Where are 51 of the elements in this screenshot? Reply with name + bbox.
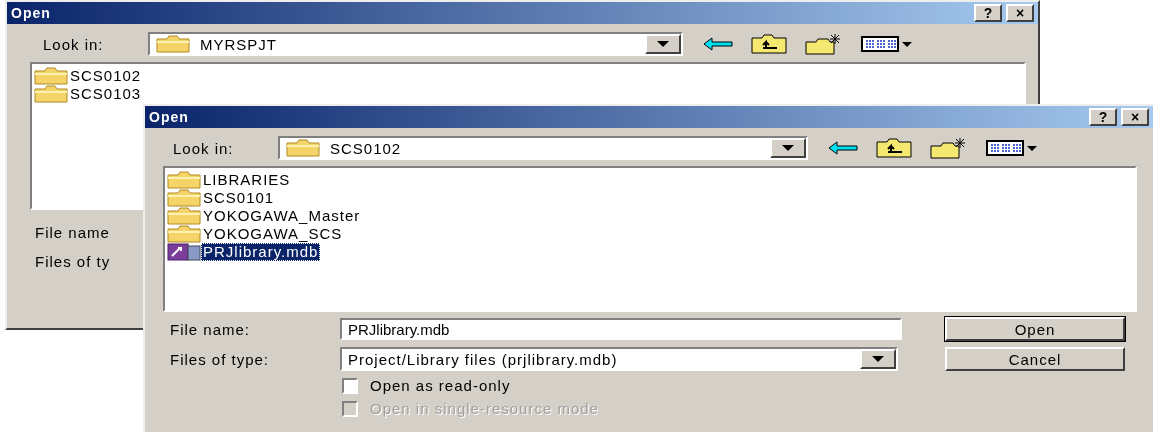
field-label: Files of type: <box>170 350 270 368</box>
look-in-dropdown[interactable]: SCS0102 <box>278 136 808 160</box>
up-folder-icon[interactable] <box>751 34 787 54</box>
look-in-value: SCS0102 <box>330 139 402 157</box>
dropdown-button[interactable] <box>645 34 681 54</box>
folder-icon <box>156 35 190 53</box>
dropdown-button[interactable] <box>770 138 806 158</box>
new-folder-icon[interactable] <box>805 33 843 55</box>
database-file-icon <box>167 243 201 261</box>
checkbox-label: Open as read-only <box>370 377 511 394</box>
file-name-field[interactable]: PRJlibrary.mdb <box>340 318 902 340</box>
folder-icon <box>167 225 201 243</box>
folder-icon <box>167 171 201 189</box>
field-label: File name: <box>170 320 251 338</box>
view-menu-icon[interactable] <box>861 36 913 52</box>
dropdown-arrow-icon <box>782 145 794 151</box>
folder-icon <box>34 85 68 103</box>
dropdown-arrow-icon <box>657 41 669 47</box>
window-title: Open <box>149 109 189 125</box>
open-button[interactable]: Open <box>945 317 1125 341</box>
folder-icon <box>167 189 201 207</box>
look-in-value: MYRSPJT <box>200 35 277 53</box>
folder-icon <box>167 207 201 225</box>
file-item[interactable]: YOKOGAWA_SCS <box>167 225 345 243</box>
up-folder-icon[interactable] <box>876 138 912 158</box>
look-in-dropdown[interactable]: MYRSPJT <box>148 32 683 56</box>
field-label: File name <box>35 224 110 241</box>
file-item[interactable]: YOKOGAWA_Master <box>167 207 363 225</box>
dropdown-arrow-icon <box>872 356 884 362</box>
help-button[interactable]: ? <box>974 4 1002 22</box>
file-item[interactable]: LIBRARIES <box>167 171 293 189</box>
dropdown-button[interactable] <box>860 349 896 369</box>
view-menu-icon[interactable] <box>986 140 1038 156</box>
look-in-label: Look in: <box>43 35 105 53</box>
folder-icon <box>286 139 320 157</box>
cancel-button[interactable]: Cancel <box>945 347 1125 371</box>
close-button[interactable]: × <box>1006 4 1034 22</box>
close-button[interactable]: × <box>1121 108 1149 126</box>
file-item[interactable]: SCS0101 <box>167 189 277 207</box>
folder-icon <box>34 67 68 85</box>
file-item[interactable]: SCS0102 <box>34 67 144 85</box>
field-label: Files of ty <box>35 253 111 270</box>
back-arrow-icon[interactable] <box>828 141 858 155</box>
new-folder-icon[interactable] <box>930 137 968 159</box>
back-arrow-icon[interactable] <box>703 37 733 51</box>
file-type-dropdown[interactable]: Project/Library files (prjlibrary.mdb) <box>340 347 898 371</box>
window-title: Open <box>11 5 51 21</box>
checkbox[interactable] <box>342 377 358 394</box>
look-in-label: Look in: <box>173 139 235 157</box>
file-item[interactable]: SCS0103 <box>34 85 144 103</box>
help-button[interactable]: ? <box>1089 108 1117 126</box>
